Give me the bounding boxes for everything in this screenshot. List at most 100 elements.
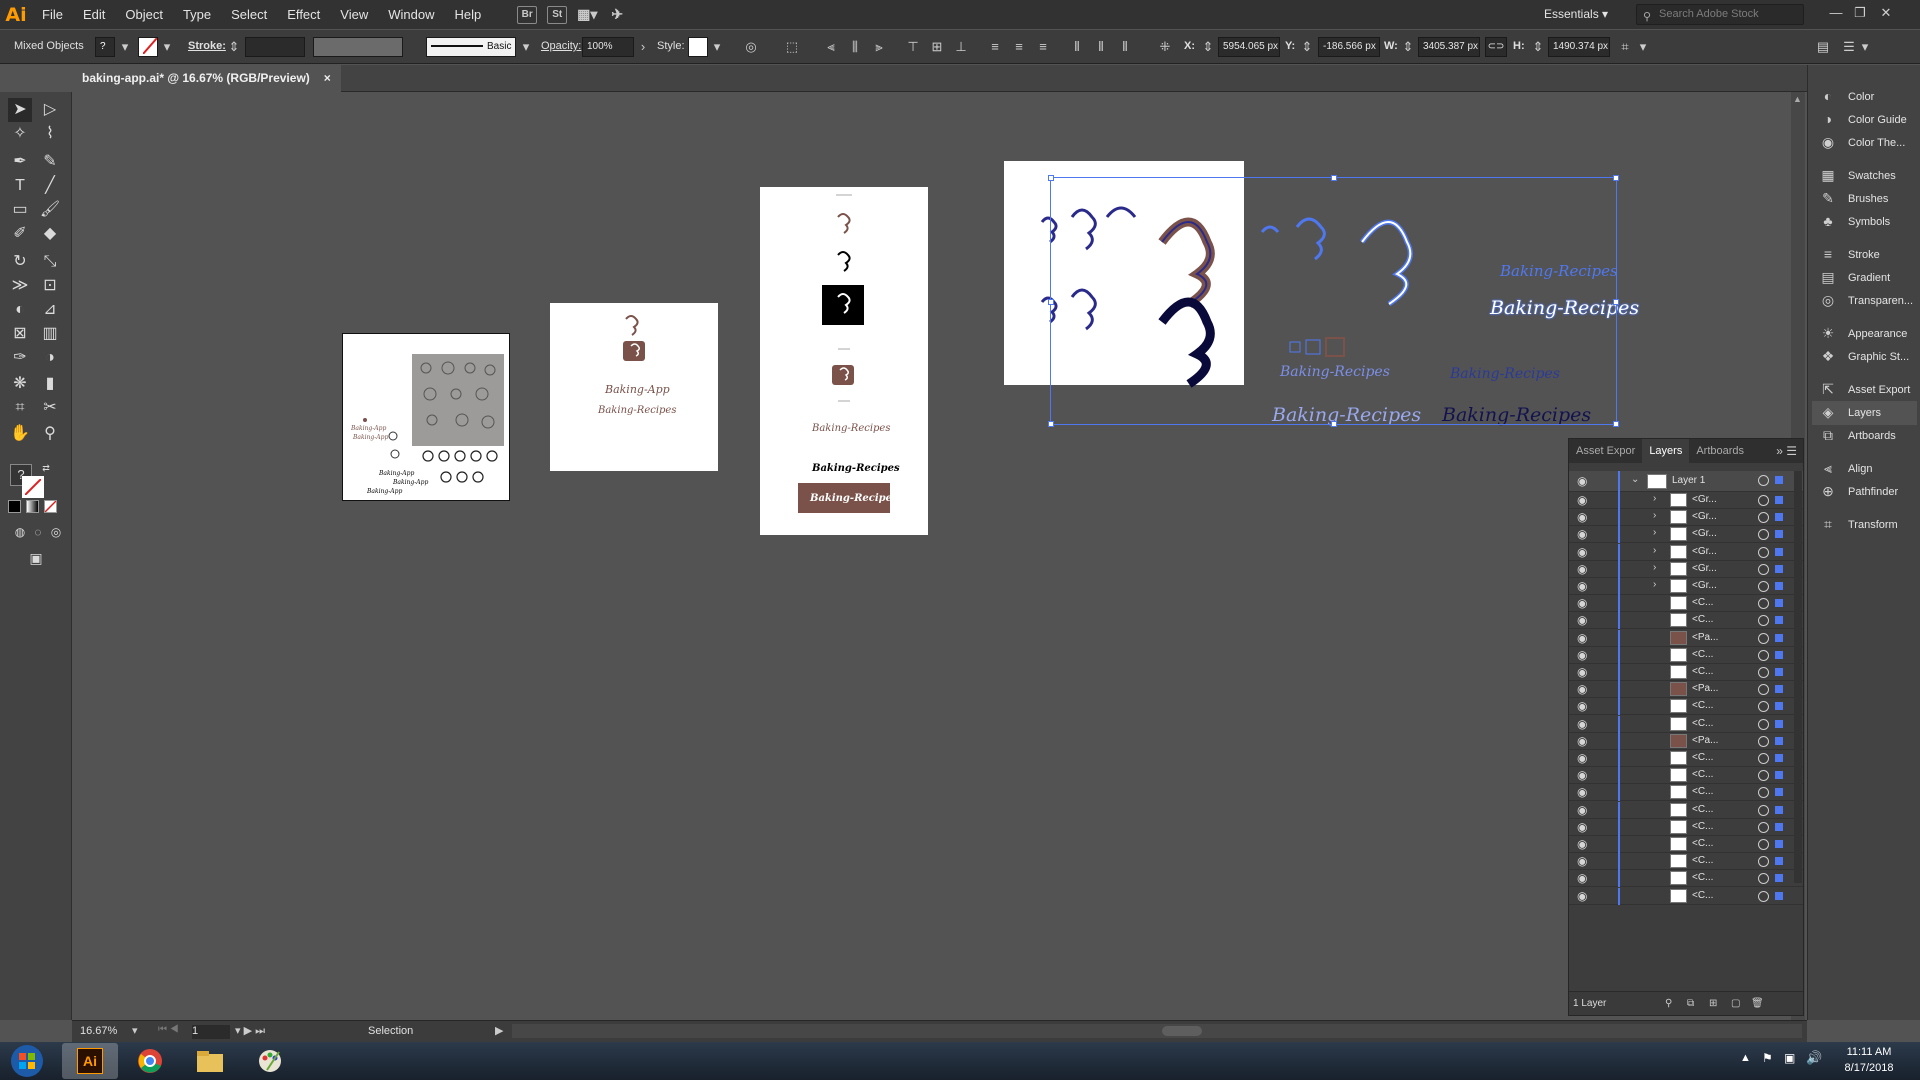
scale-tool-icon[interactable]: ⤡: [38, 250, 62, 274]
resize-handle[interactable]: [1048, 299, 1054, 305]
menu-help[interactable]: Help: [444, 0, 491, 29]
y-input[interactable]: -186.566 px: [1318, 37, 1380, 57]
target-icon[interactable]: [1758, 495, 1769, 506]
layer-row-name[interactable]: <C...: [1692, 769, 1713, 780]
resize-handle[interactable]: [1048, 175, 1054, 181]
delete-layer-icon[interactable]: 🗑: [1751, 992, 1764, 1016]
chevron-down-icon[interactable]: ▾: [158, 37, 176, 57]
opacity-label[interactable]: Opacity:: [541, 40, 581, 52]
layer-row-name[interactable]: <C...: [1692, 614, 1713, 625]
close-tab-icon[interactable]: ×: [324, 65, 331, 92]
action-center-icon[interactable]: ⚑: [1762, 1051, 1773, 1065]
distribute-center-icon[interactable]: ⦀: [1092, 37, 1110, 57]
target-icon[interactable]: [1758, 821, 1769, 833]
chevron-right-icon[interactable]: ›: [1653, 510, 1656, 521]
artboard-variations[interactable]: Baking-Recipes Baking-Recipes Baking-Rec…: [760, 187, 928, 535]
dock-brushes[interactable]: ✎ Brushes: [1812, 187, 1917, 211]
blend-tool-icon[interactable]: ◑: [38, 346, 62, 370]
layer-row[interactable]: ◉ <C...: [1569, 612, 1803, 630]
artboard-app-logo[interactable]: Baking-App Baking-Recipes: [550, 303, 718, 471]
selection-indicator[interactable]: [1775, 685, 1783, 694]
w-stepper[interactable]: ⇕: [1399, 37, 1417, 57]
visibility-eye-icon[interactable]: ◉: [1577, 717, 1587, 731]
horizontal-scrollbar[interactable]: [512, 1024, 1802, 1038]
dock-asset-export[interactable]: ⇱ Asset Export: [1812, 378, 1917, 402]
distribute-bottom-icon[interactable]: ≡: [1034, 37, 1052, 57]
selection-indicator[interactable]: [1775, 496, 1783, 504]
type-tool-icon[interactable]: T: [8, 174, 32, 198]
make-clipping-mask-icon[interactable]: ⧉: [1687, 992, 1694, 1016]
layer-row-name[interactable]: <Gr...: [1692, 528, 1717, 539]
y-stepper[interactable]: ⇕: [1298, 37, 1316, 57]
resize-handle[interactable]: [1613, 421, 1619, 427]
layer-row[interactable]: ◉ <C...: [1569, 870, 1803, 888]
constrain-proportions-icon[interactable]: ⊂⊃: [1485, 37, 1507, 57]
scroll-thumb[interactable]: [1162, 1026, 1202, 1036]
layer-row-name[interactable]: <C...: [1692, 855, 1713, 866]
brush-definition[interactable]: Basic: [426, 37, 516, 57]
layer-row[interactable]: ◉ <C...: [1569, 646, 1803, 664]
layer-row[interactable]: ◉ › <Gr...: [1569, 543, 1803, 561]
menu-file[interactable]: File: [32, 0, 73, 29]
align-center-icon[interactable]: ⫼: [846, 37, 864, 57]
visibility-eye-icon[interactable]: ◉: [1577, 579, 1587, 593]
stroke-swatch[interactable]: [138, 37, 158, 57]
start-button[interactable]: [2, 1043, 52, 1079]
visibility-eye-icon[interactable]: ◉: [1577, 768, 1587, 782]
selection-indicator[interactable]: [1775, 564, 1783, 573]
layer-row-name[interactable]: <Gr...: [1692, 546, 1717, 557]
opacity-input[interactable]: 100%: [582, 37, 634, 57]
artboard-sketch[interactable]: Baking-App Baking-App Baking-App Baking-…: [342, 333, 510, 501]
rectangle-tool-icon[interactable]: ▭: [8, 198, 32, 222]
target-icon[interactable]: [1758, 701, 1769, 713]
target-icon[interactable]: [1758, 667, 1769, 678]
tab-layers[interactable]: Layers: [1642, 439, 1690, 463]
stroke-indicator[interactable]: [22, 476, 44, 498]
artboard-number[interactable]: 1: [192, 1025, 230, 1039]
selection-indicator[interactable]: [1775, 702, 1783, 711]
align-bottom-icon[interactable]: ⊥: [952, 37, 970, 57]
layer-row[interactable]: ◉ <C...: [1569, 853, 1803, 871]
layer-row-name[interactable]: <C...: [1692, 649, 1713, 660]
resize-handle[interactable]: [1613, 175, 1619, 181]
selection-indicator[interactable]: [1775, 633, 1783, 642]
selection-indicator[interactable]: [1775, 805, 1783, 814]
paintbrush-icon[interactable]: 🖌: [38, 198, 62, 222]
align-right-icon[interactable]: ⫸: [870, 37, 888, 57]
target-icon[interactable]: [1758, 873, 1769, 885]
visibility-eye-icon[interactable]: ◉: [1577, 889, 1587, 903]
menu-edit[interactable]: Edit: [73, 0, 115, 29]
visibility-eye-icon[interactable]: ◉: [1577, 631, 1587, 645]
chevron-down-icon[interactable]: ▾: [116, 37, 134, 57]
align-to-selection-icon[interactable]: ⬚: [783, 37, 801, 57]
chevron-right-icon[interactable]: ›: [1653, 493, 1656, 504]
workspace-switcher[interactable]: Essentials ▾: [1544, 7, 1608, 21]
selection-indicator[interactable]: [1775, 668, 1783, 676]
stock-button[interactable]: St: [547, 5, 568, 24]
zoom-tool-icon[interactable]: ⚲: [38, 422, 62, 446]
selection-indicator[interactable]: [1775, 891, 1783, 900]
layer-row[interactable]: ◉ <C...: [1569, 818, 1803, 836]
layer-row-name[interactable]: <C...: [1692, 718, 1713, 729]
shape-builder-icon[interactable]: ◐: [8, 298, 32, 322]
dock-transparency[interactable]: ◎ Transparen...: [1812, 289, 1917, 313]
visibility-eye-icon[interactable]: ◉: [1577, 510, 1587, 524]
layer-row[interactable]: ◉ <C...: [1569, 715, 1803, 733]
locate-object-icon[interactable]: ⚲: [1665, 992, 1672, 1016]
selection-indicator[interactable]: [1775, 547, 1783, 556]
visibility-eye-icon[interactable]: ◉: [1577, 734, 1587, 748]
target-icon[interactable]: [1758, 787, 1769, 799]
taskbar-illustrator[interactable]: Ai: [62, 1043, 118, 1079]
layer-row-name[interactable]: <Pa...: [1692, 735, 1718, 746]
width-tool-icon[interactable]: ≫: [8, 274, 32, 298]
visibility-eye-icon[interactable]: ◉: [1577, 785, 1587, 799]
none-mode-icon[interactable]: [44, 500, 57, 513]
menu-object[interactable]: Object: [115, 0, 173, 29]
layer-row-name[interactable]: <C...: [1692, 821, 1713, 832]
stroke-weight-input[interactable]: [245, 37, 305, 57]
dock-transform[interactable]: ⌗ Transform: [1812, 513, 1917, 537]
recolor-artwork-icon[interactable]: ◎: [742, 37, 760, 57]
layer-row-name[interactable]: <Pa...: [1692, 632, 1718, 643]
menu-select[interactable]: Select: [221, 0, 277, 29]
menu-window[interactable]: Window: [378, 0, 444, 29]
